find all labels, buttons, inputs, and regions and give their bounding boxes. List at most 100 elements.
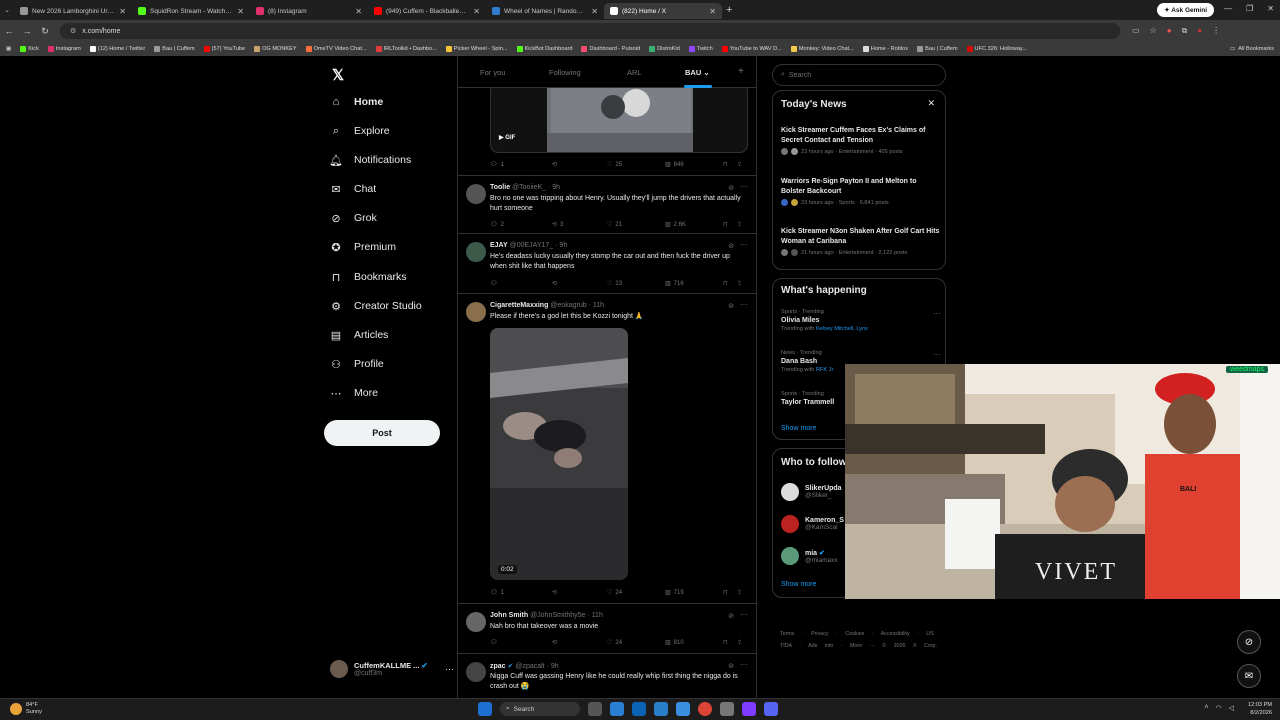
close-tab-icon[interactable]: ✕ [473, 7, 480, 16]
browser-tab[interactable]: New 2026 Lamborghini Urus SE ✕ [14, 3, 132, 19]
minimize-button[interactable]: — [1224, 4, 1232, 13]
reload-button[interactable]: ↻ [36, 26, 54, 37]
more-icon[interactable]: ··· [740, 300, 748, 309]
more-icon[interactable]: ··· [933, 350, 941, 359]
nav-item-premium[interactable]: ✪ Premium [330, 241, 396, 254]
nav-item-more[interactable]: ⋯ More [330, 387, 378, 400]
close-icon[interactable]: ✕ [927, 98, 935, 109]
bookmark-item[interactable]: KickBot Dashboard [516, 46, 572, 52]
forward-button[interactable]: → [18, 26, 36, 36]
menu-icon[interactable]: ⋮ [1212, 26, 1220, 36]
grok-icon[interactable]: ⊘ [728, 242, 734, 250]
footer-links[interactable]: Terms · Privacy · Cookies · Accessibilit… [780, 628, 950, 652]
follow-suggestion[interactable]: SlikerUpda @Sliker_ [781, 483, 842, 501]
bookmark-item[interactable]: (57) YouTube [203, 46, 245, 52]
discord-icon[interactable] [764, 702, 778, 716]
cast-icon[interactable]: ▭ [1132, 26, 1140, 36]
follow-suggestion[interactable]: Kameron_S @KamScal [781, 515, 844, 533]
bookmark-button[interactable]: ⊓ [723, 280, 737, 287]
video-player[interactable]: 0:02 [490, 328, 628, 580]
reply-button[interactable]: 💬︎ 1 [490, 589, 552, 597]
bookmark-button[interactable]: ⊓ [723, 589, 737, 596]
app-icon[interactable] [742, 702, 756, 716]
app-icon[interactable] [632, 702, 646, 716]
news-item[interactable]: Warriors Re-Sign Payton II and Melton to… [781, 177, 941, 206]
nav-item-explore[interactable]: ⌕ Explore [330, 125, 390, 138]
share-button[interactable]: ⇪ [737, 280, 742, 287]
tab-following[interactable]: Following [549, 68, 581, 77]
bookmark-item[interactable]: Kick [20, 46, 39, 52]
more-icon[interactable]: ··· [933, 309, 941, 318]
reply-button[interactable]: 💬︎ [490, 280, 552, 287]
grok-icon[interactable]: ⊘ [728, 612, 734, 620]
like-button[interactable]: ♡ 24 [607, 589, 665, 597]
tab-arl[interactable]: ARL [627, 68, 642, 77]
tweet[interactable]: John Smith @JohnSmithhy5e · 11h ⊘ ··· Na… [458, 604, 756, 654]
reply-button[interactable]: 💬︎ 2 [490, 221, 552, 229]
app-icon[interactable] [676, 702, 690, 716]
start-icon[interactable] [478, 702, 492, 716]
like-button[interactable]: ♡ 25 [607, 161, 665, 169]
more-icon[interactable]: ··· [740, 182, 748, 191]
like-button[interactable]: ♡ 23 [607, 280, 665, 288]
repost-button[interactable]: ⟲ [552, 639, 607, 646]
bookmark-item[interactable]: Twitch [688, 46, 713, 52]
tweet[interactable]: CigaretteMaxxing @eokagrub · 11h ⊘ ··· P… [458, 294, 756, 604]
app-icon[interactable] [654, 702, 668, 716]
close-tab-icon[interactable]: ✕ [355, 7, 362, 16]
add-tab-icon[interactable]: + [738, 66, 744, 77]
nav-item-creator-studio[interactable]: ⚙ Creator Studio [330, 300, 422, 313]
ask-gemini-button[interactable]: ✦ Ask Gemini [1157, 3, 1214, 17]
show-more-link[interactable]: Show more [781, 581, 816, 588]
bookmark-item[interactable]: Dashboard - Pulsoid [581, 46, 640, 52]
tab-for-you[interactable]: For you [480, 68, 505, 77]
bookmark-item[interactable]: Monkey: Video Chat... [790, 46, 854, 52]
follow-suggestion[interactable]: mia ✔ @miamaxx [781, 547, 838, 565]
repost-button[interactable]: ⟲ [552, 280, 607, 287]
more-icon[interactable]: ··· [740, 660, 748, 669]
bookmark-item[interactable]: Home - Roblox [862, 46, 908, 52]
bookmark-item[interactable]: (12) Home / Twitter [89, 46, 145, 52]
account-switcher[interactable]: CuffemKALLME ... ✔ @cuff3m ··· [330, 660, 454, 678]
edge-icon[interactable] [610, 702, 624, 716]
search-input[interactable]: ⌕ Search [772, 64, 946, 86]
weather-widget[interactable]: 84°F Sunny [10, 702, 42, 716]
views-button[interactable]: ▥ 810 [665, 639, 723, 647]
messages-floating-button[interactable]: ✉ [1237, 664, 1261, 688]
bookmark-item[interactable]: Bau | Cuffem [917, 46, 958, 52]
views-button[interactable]: ▥ 719 [665, 589, 723, 597]
bookmark-item[interactable]: Instagram [47, 46, 81, 52]
share-button[interactable]: ⇪ [737, 589, 742, 596]
tweet[interactable]: Toolie @TooiieK_ · 9h ⊘ ··· Bro no one w… [458, 176, 756, 234]
nav-item-chat[interactable]: ✉ Chat [330, 183, 376, 196]
repost-button[interactable]: ⟲ [552, 589, 607, 596]
close-tab-icon[interactable]: ✕ [237, 7, 244, 16]
tweet[interactable]: zpac ✔ @zpacalt · 9h ⊘ ··· Nigga Cuff wa… [458, 654, 756, 698]
gif-media[interactable]: ▶ GIF [490, 82, 748, 153]
browser-tab[interactable]: (8) Instagram ✕ [250, 3, 368, 19]
volume-icon[interactable]: ◁ [1229, 704, 1234, 712]
show-more-link[interactable]: Show more [781, 425, 816, 432]
tweet[interactable]: ▶ GIF 💬︎ 1 ⟲ ♡ 25 ▥ 846 ⊓ ⇪ [458, 82, 756, 176]
browser-tab[interactable]: (949) Cuffem - Blackballed (Sh ✕ [368, 3, 486, 19]
chevron-up-icon[interactable]: ˄ [1204, 704, 1208, 712]
app-icon[interactable] [720, 702, 734, 716]
nav-item-articles[interactable]: ▤ Articles [330, 329, 389, 342]
new-tab-button[interactable]: + [726, 4, 732, 16]
nav-item-notifications[interactable]: 🔔︎ Notifications [329, 154, 411, 167]
grok-icon[interactable]: ⊘ [728, 302, 734, 310]
close-tab-icon[interactable]: ✕ [119, 7, 126, 16]
news-item[interactable]: Kick Streamer N3on Shaken After Golf Car… [781, 227, 941, 256]
chrome-icon[interactable] [698, 702, 712, 716]
views-button[interactable]: ▥ 2.6K [665, 221, 723, 229]
nav-item-home[interactable]: ⌂ Home [330, 96, 384, 108]
more-icon[interactable]: ··· [740, 240, 748, 249]
taskbar-clock[interactable]: 12:03 PM 8/2/2026 [1248, 702, 1272, 717]
like-button[interactable]: ♡ 21 [607, 221, 665, 229]
site-info-icon[interactable]: ⚙ [70, 27, 76, 35]
tab-search-icon[interactable]: ⌄ [0, 6, 14, 14]
bookmark-item[interactable]: Picker Wheel - Spin... [445, 46, 508, 52]
taskbar-search[interactable]: ⌕ Search [500, 702, 580, 716]
bookmark-item[interactable]: OG MONKEY [254, 46, 297, 52]
tab-bau[interactable]: BAU ⌄ [685, 68, 710, 77]
